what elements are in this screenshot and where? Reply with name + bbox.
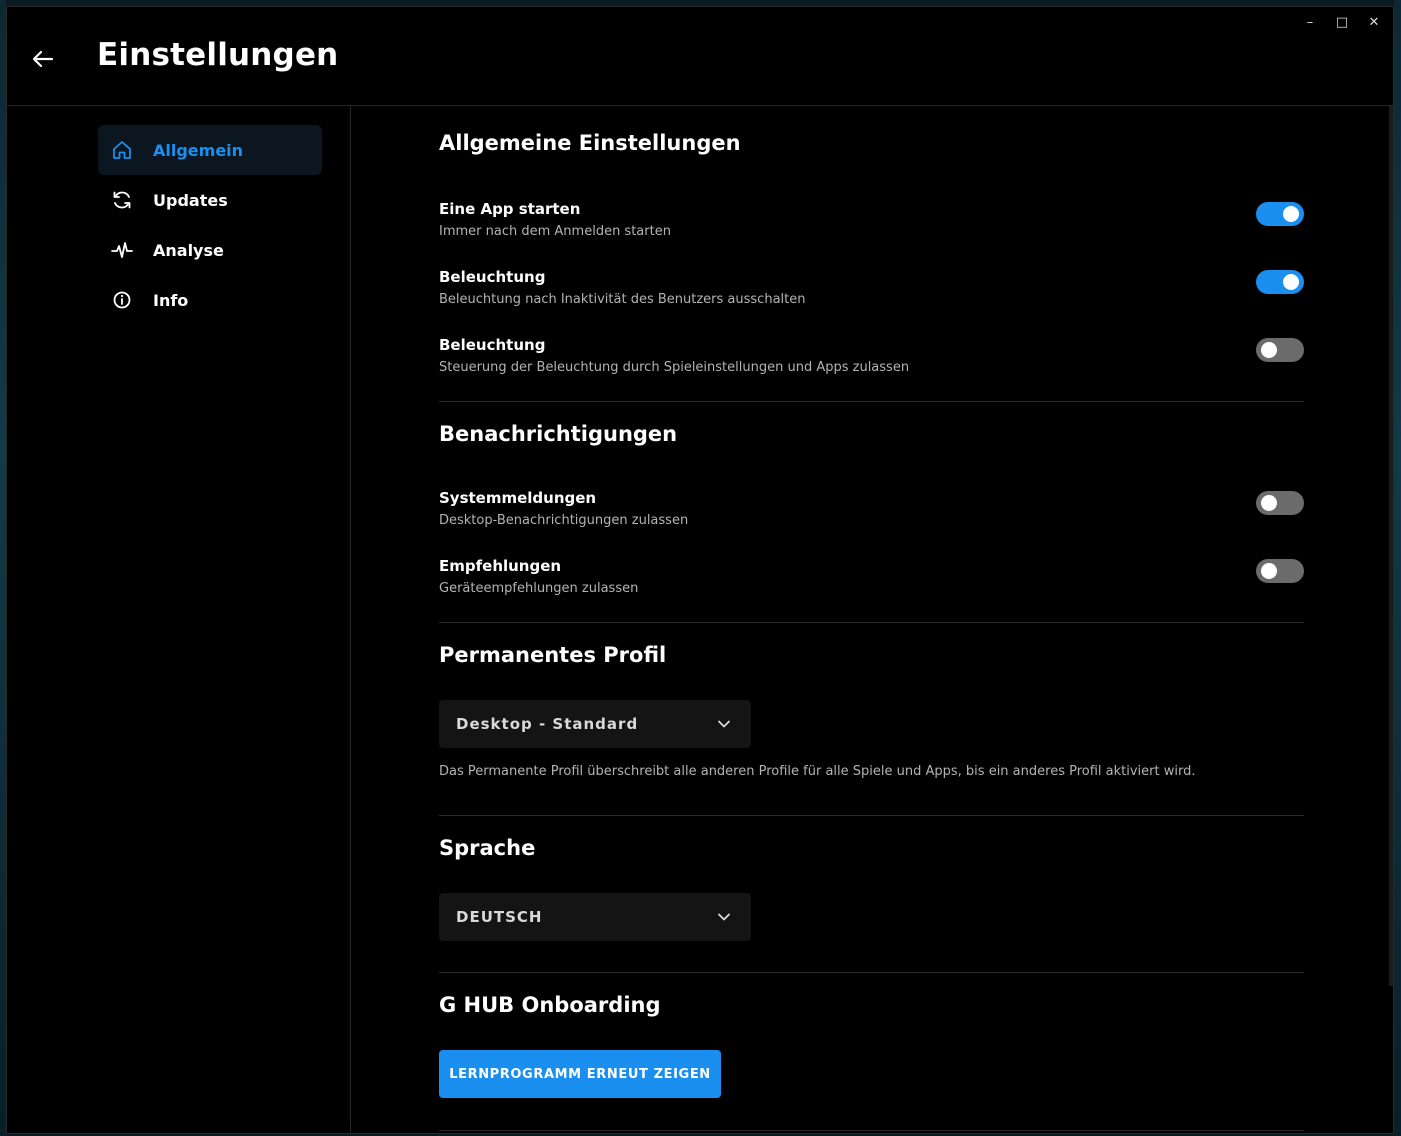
setting-label: Beleuchtung — [439, 336, 546, 354]
toggle-lighting-idle[interactable] — [1256, 270, 1304, 294]
sidebar: Allgemein Updates Analyse Info — [7, 106, 351, 1133]
profile-dropdown[interactable]: Desktop - Standard — [439, 700, 751, 748]
toggle-knob — [1261, 342, 1277, 358]
sidebar-item-label: Updates — [153, 190, 228, 210]
setting-app-start: Eine App starten Immer nach dem Anmelden… — [439, 200, 1304, 268]
section-title-language: Sprache — [439, 836, 536, 860]
desktop-background-right — [1394, 0, 1401, 1136]
profile-note: Das Permanente Profil überschreibt alle … — [439, 764, 1196, 779]
info-icon — [111, 289, 133, 311]
section-title-profile: Permanentes Profil — [439, 643, 667, 667]
setting-label: Systemmeldungen — [439, 489, 597, 507]
toggle-knob — [1261, 495, 1277, 511]
section-title-notifications: Benachrichtigungen — [439, 422, 678, 446]
page-header: Einstellungen — [7, 7, 1393, 106]
section-divider — [439, 1130, 1304, 1131]
back-button[interactable] — [29, 45, 57, 73]
toggle-system-notifications[interactable] — [1256, 491, 1304, 515]
profile-dropdown-value: Desktop - Standard — [456, 715, 639, 733]
section-divider — [439, 815, 1304, 816]
language-dropdown[interactable]: DEUTSCH — [439, 893, 751, 941]
page-title: Einstellungen — [97, 37, 339, 73]
section-title-general: Allgemeine Einstellungen — [439, 131, 741, 155]
language-dropdown-value: DEUTSCH — [456, 908, 543, 926]
setting-label: Empfehlungen — [439, 557, 562, 575]
sidebar-item-updates[interactable]: Updates — [98, 175, 322, 225]
setting-description: Desktop-Benachrichtigungen zulassen — [439, 513, 689, 528]
setting-label: Eine App starten — [439, 200, 581, 218]
section-divider — [439, 972, 1304, 973]
scrollbar[interactable] — [1389, 106, 1393, 986]
settings-window: – □ ✕ Einstellungen Allgemein Updates An… — [6, 6, 1394, 1134]
setting-description: Geräteempfehlungen zulassen — [439, 581, 639, 596]
sidebar-nav: Allgemein Updates Analyse Info — [98, 125, 322, 325]
setting-label: Beleuchtung — [439, 268, 546, 286]
sidebar-item-analyse[interactable]: Analyse — [98, 225, 322, 275]
sidebar-item-label: Info — [153, 290, 189, 310]
chevron-down-icon — [718, 913, 730, 921]
show-tutorial-button[interactable]: LERNPROGRAMM ERNEUT ZEIGEN — [439, 1050, 721, 1098]
setting-description: Beleuchtung nach Inaktivität des Benutze… — [439, 292, 806, 307]
toggle-knob — [1283, 274, 1299, 290]
toggle-lighting-control[interactable] — [1256, 338, 1304, 362]
sidebar-item-info[interactable]: Info — [98, 275, 322, 325]
home-icon — [111, 139, 133, 161]
toggle-knob — [1283, 206, 1299, 222]
toggle-app-start[interactable] — [1256, 202, 1304, 226]
setting-recommendations: Empfehlungen Geräteempfehlungen zulassen — [439, 557, 1304, 625]
sidebar-item-label: Allgemein — [153, 140, 244, 160]
toggle-knob — [1261, 563, 1277, 579]
chevron-down-icon — [718, 720, 730, 728]
section-divider — [439, 401, 1304, 402]
setting-system-notifications: Systemmeldungen Desktop-Benachrichtigung… — [439, 489, 1304, 557]
section-title-onboarding: G HUB Onboarding — [439, 993, 661, 1017]
setting-description: Immer nach dem Anmelden starten — [439, 224, 671, 239]
toggle-recommendations[interactable] — [1256, 559, 1304, 583]
pulse-icon — [111, 239, 133, 261]
arrow-left-icon — [32, 50, 54, 68]
setting-description: Steuerung der Beleuchtung durch Spielein… — [439, 360, 910, 375]
sidebar-item-allgemein[interactable]: Allgemein — [98, 125, 322, 175]
sidebar-item-label: Analyse — [153, 240, 224, 260]
setting-lighting-idle: Beleuchtung Beleuchtung nach Inaktivität… — [439, 268, 1304, 336]
section-divider — [439, 622, 1304, 623]
refresh-icon — [111, 189, 133, 211]
setting-lighting-control: Beleuchtung Steuerung der Beleuchtung du… — [439, 336, 1304, 404]
